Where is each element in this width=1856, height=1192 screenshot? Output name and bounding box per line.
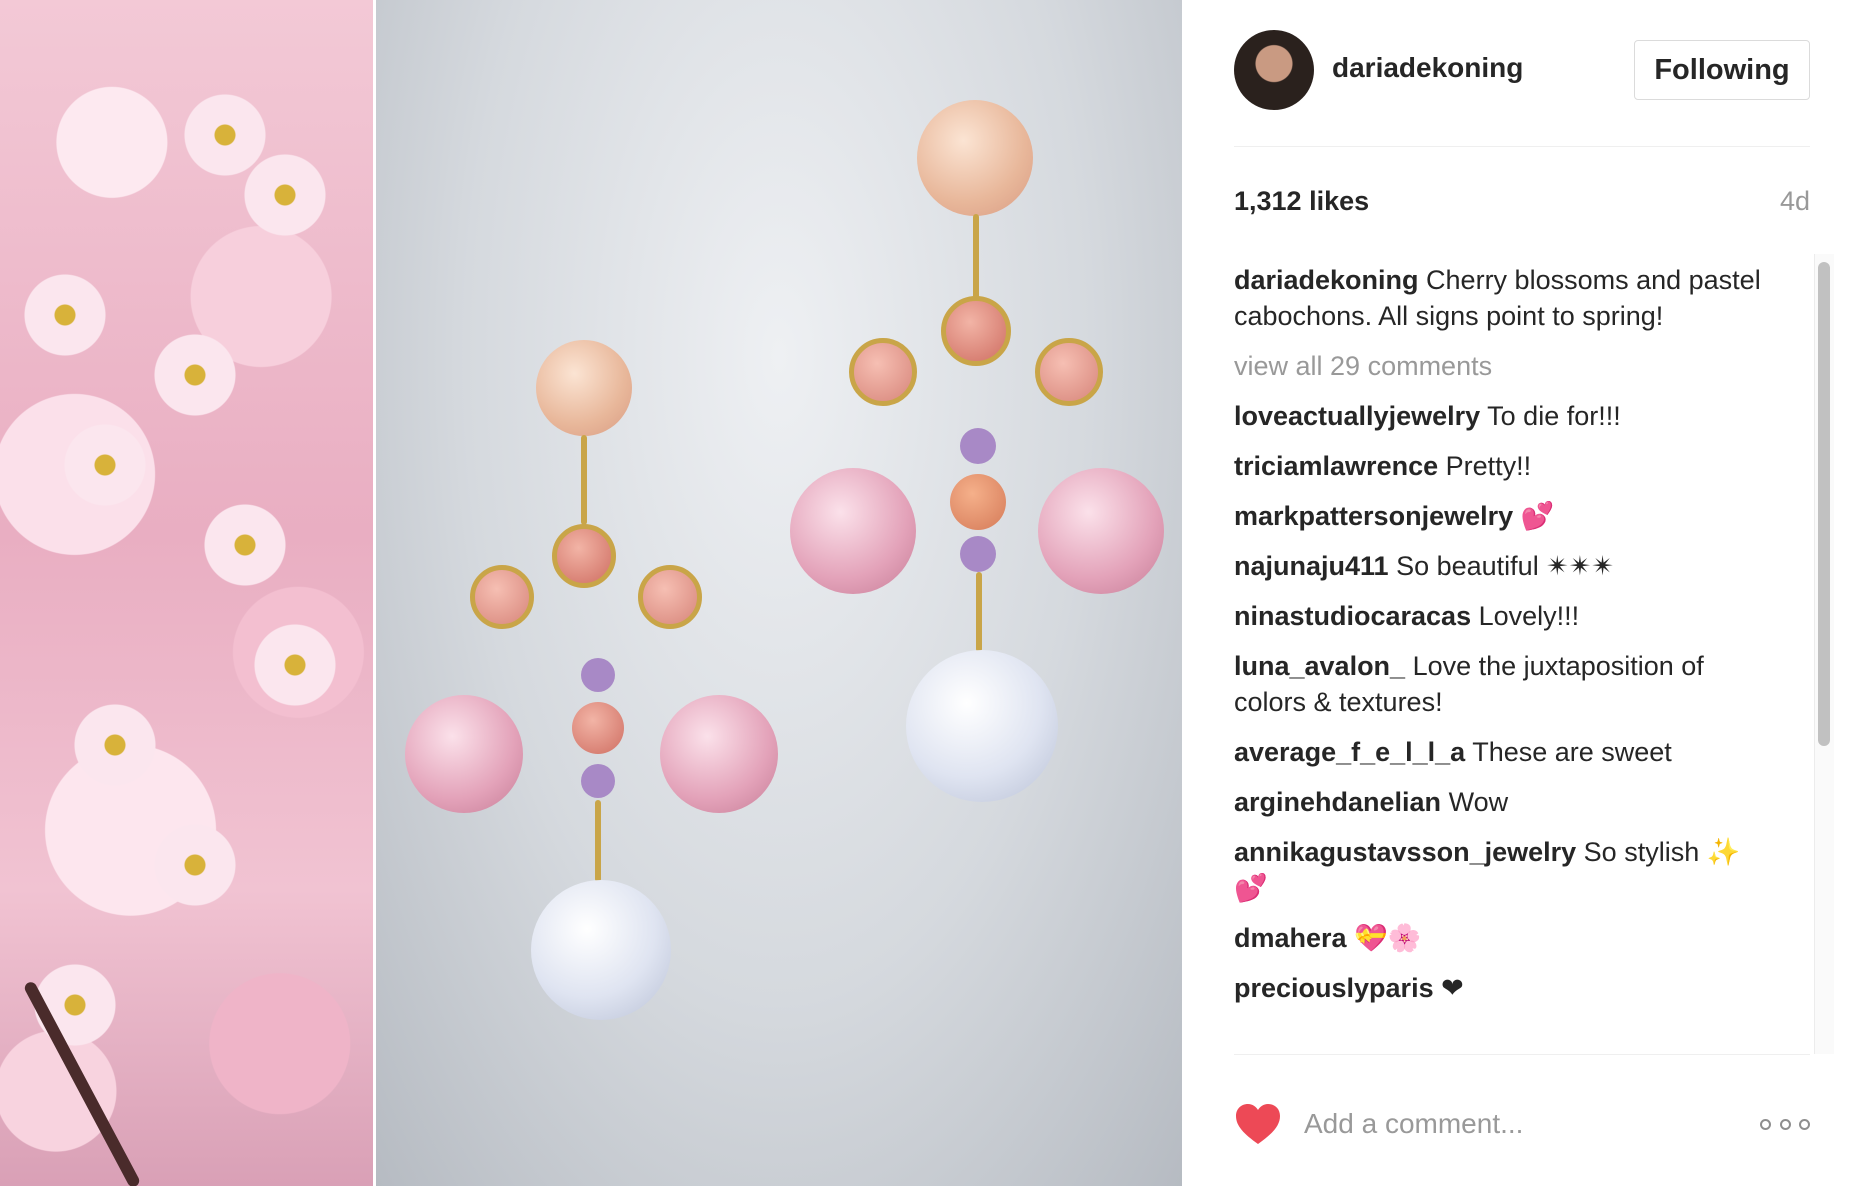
post-caption: dariadekoning Cherry blossoms and pastel… <box>1234 262 1774 334</box>
cherry-blossom-image <box>0 0 373 1186</box>
comment-item: najunaju411 So beautiful ✴✴✴ <box>1234 548 1774 584</box>
comment-username[interactable]: dmahera <box>1234 923 1347 953</box>
post-author-username[interactable]: dariadekoning <box>1332 52 1523 84</box>
comment-username[interactable]: preciouslyparis <box>1234 973 1434 1003</box>
comment-item: preciouslyparis ❤ <box>1234 970 1774 1006</box>
comment-username[interactable]: ninastudiocaracas <box>1234 601 1471 631</box>
comment-item: arginehdanelian Wow <box>1234 784 1774 820</box>
comment-item: loveactuallyjewelry To die for!!! <box>1234 398 1774 434</box>
post-age[interactable]: 4d <box>1780 186 1810 217</box>
comment-text: Pretty!! <box>1445 451 1532 481</box>
comment-text: Lovely!!! <box>1478 601 1580 631</box>
view-all-comments-link[interactable]: view all 29 comments <box>1234 348 1774 384</box>
add-comment-input[interactable] <box>1304 1099 1724 1149</box>
comment-username[interactable]: markpattersonjewelry <box>1234 501 1513 531</box>
comment-username[interactable]: annikagustavsson_jewelry <box>1234 837 1576 867</box>
comment-username[interactable]: triciamlawrence <box>1234 451 1438 481</box>
more-options-icon[interactable] <box>1760 1109 1810 1139</box>
comment-text: 💝🌸 <box>1354 923 1422 953</box>
comment-item: triciamlawrence Pretty!! <box>1234 448 1774 484</box>
comment-username[interactable]: najunaju411 <box>1234 551 1389 581</box>
comment-item: markpattersonjewelry 💕 <box>1234 498 1774 534</box>
comment-item: dmahera 💝🌸 <box>1234 920 1774 956</box>
comment-text: So beautiful ✴✴✴ <box>1396 551 1615 581</box>
comment-username[interactable]: average_f_e_l_l_a <box>1234 737 1465 767</box>
post-header: dariadekoning Following <box>1234 30 1810 147</box>
comment-text: 💕 <box>1520 501 1555 531</box>
avatar[interactable] <box>1234 30 1314 110</box>
heart-icon[interactable] <box>1234 1102 1282 1146</box>
comment-text: To die for!!! <box>1487 401 1621 431</box>
comment-item: average_f_e_l_l_a These are sweet <box>1234 734 1774 770</box>
likes-count[interactable]: 1,312 likes <box>1234 186 1369 217</box>
post-photo[interactable] <box>0 0 1182 1186</box>
comment-text: These are sweet <box>1472 737 1672 767</box>
comment-text: ❤ <box>1441 973 1464 1003</box>
comment-username[interactable]: loveactuallyjewelry <box>1234 401 1480 431</box>
likes-row: 1,312 likes 4d <box>1234 186 1810 226</box>
comment-username[interactable]: luna_avalon_ <box>1234 651 1405 681</box>
comment-item: annikagustavsson_jewelry So stylish ✨ 💕 <box>1234 834 1774 906</box>
earrings-image <box>376 0 1182 1186</box>
comment-item: luna_avalon_ Love the juxtaposition of c… <box>1234 648 1774 720</box>
post-side-panel: dariadekoning Following 1,312 likes 4d d… <box>1182 0 1856 1186</box>
comment-item: ninastudiocaracas Lovely!!! <box>1234 598 1774 634</box>
following-button[interactable]: Following <box>1634 40 1810 100</box>
comments-list[interactable]: dariadekoning Cherry blossoms and pastel… <box>1234 262 1774 1052</box>
comment-username[interactable]: arginehdanelian <box>1234 787 1441 817</box>
comment-text: Wow <box>1448 787 1509 817</box>
comments-scrollbar-thumb[interactable] <box>1818 262 1830 746</box>
caption-username[interactable]: dariadekoning <box>1234 265 1419 295</box>
comment-bar <box>1234 1054 1810 1186</box>
post-view: dariadekoning Following 1,312 likes 4d d… <box>0 0 1856 1192</box>
